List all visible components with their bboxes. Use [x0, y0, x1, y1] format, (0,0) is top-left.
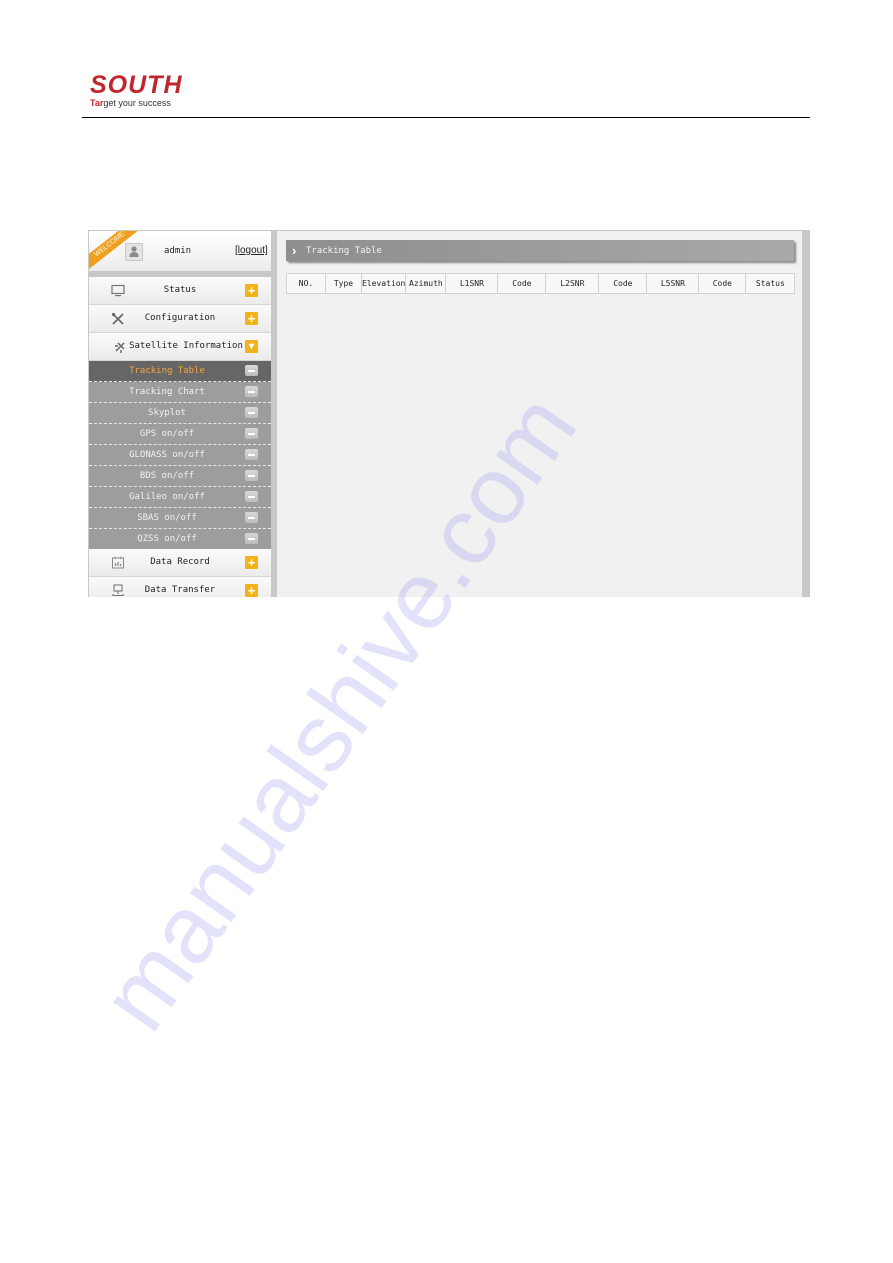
sidebar-subitem-tracking-chart[interactable]: Tracking Chart	[89, 382, 271, 403]
sidebar-item-label: Data Transfer	[144, 585, 216, 595]
subitem-label: SBAS on/off	[137, 513, 197, 523]
panel-title-bar: › Tracking Table	[286, 240, 794, 261]
table-header-row: NO. Type Elevation Azimuth L1SNR Code L2…	[286, 273, 796, 294]
minus-icon[interactable]	[245, 470, 258, 481]
sidebar-subitem-sbas-onoff[interactable]: SBAS on/off	[89, 508, 271, 529]
tagline-prefix: Tar	[90, 98, 104, 108]
sidebar-menu: Status + Configuration + Satellite Infor…	[89, 277, 271, 597]
page-title: Tracking Table	[306, 246, 382, 256]
sidebar-subitem-skyplot[interactable]: Skyplot	[89, 403, 271, 424]
column-header-code-l2: Code	[598, 273, 648, 294]
logout-link[interactable]: [logout]	[235, 245, 268, 256]
subitem-label: GPS on/off	[139, 429, 195, 439]
sidebar-item-data-record[interactable]: Data Record +	[89, 549, 271, 577]
user-icon	[129, 246, 139, 257]
sidebar-item-label: Configuration	[144, 313, 216, 323]
expand-plus-icon[interactable]: +	[245, 284, 258, 297]
tagline-rest: get your success	[103, 98, 171, 108]
expand-plus-icon[interactable]: +	[245, 556, 258, 569]
subitem-label: Tracking Chart	[129, 387, 205, 397]
column-header-azimuth: Azimuth	[405, 273, 447, 294]
sidebar: WELCOME admin [logout] Status + Configur…	[88, 230, 272, 597]
expand-plus-icon[interactable]: +	[245, 584, 258, 597]
sidebar-subitem-glonass-onoff[interactable]: GLONASS on/off	[89, 445, 271, 466]
subitem-label: BDS on/off	[139, 471, 195, 481]
header-divider	[82, 117, 810, 118]
minus-icon[interactable]	[245, 449, 258, 460]
subitem-label: Tracking Table	[129, 366, 205, 376]
subitem-label: Galileo on/off	[129, 492, 205, 502]
minus-icon[interactable]	[245, 365, 258, 376]
main-content: › Tracking Table NO. Type Elevation Azim…	[277, 231, 802, 597]
minus-icon[interactable]	[245, 512, 258, 523]
minus-icon[interactable]	[245, 428, 258, 439]
username: admin	[164, 246, 192, 256]
sidebar-subitem-gps-onoff[interactable]: GPS on/off	[89, 424, 271, 445]
south-logo: SOUTH Target your success	[90, 72, 183, 108]
web-ui-screenshot: WELCOME admin [logout] Status + Configur…	[88, 230, 810, 597]
sidebar-subitem-qzss-onoff[interactable]: QZSS on/off	[89, 529, 271, 549]
column-header-l2snr: L2SNR	[545, 273, 600, 294]
column-header-status: Status	[745, 273, 796, 294]
collapse-chevron-icon[interactable]: ▾	[245, 340, 258, 353]
subitem-label: QZSS on/off	[137, 534, 197, 544]
column-header-l5snr: L5SNR	[646, 273, 700, 294]
tracking-table: NO. Type Elevation Azimuth L1SNR Code L2…	[286, 273, 796, 294]
sidebar-item-status[interactable]: Status +	[89, 277, 271, 305]
avatar	[125, 243, 143, 261]
subitem-label: GLONASS on/off	[129, 450, 205, 460]
sidebar-item-label: Status	[163, 285, 197, 295]
logo-tagline: Target your success	[90, 98, 183, 108]
sidebar-item-label: Data Record	[150, 557, 210, 567]
sidebar-item-satellite-information[interactable]: Satellite Information ▾	[89, 333, 271, 361]
minus-icon[interactable]	[245, 491, 258, 502]
column-header-elevation: Elevation	[360, 273, 407, 294]
subitem-label: Skyplot	[148, 408, 186, 418]
expand-plus-icon[interactable]: +	[245, 312, 258, 325]
column-header-no: NO.	[286, 273, 326, 294]
column-header-l1snr: L1SNR	[445, 273, 499, 294]
logo-brand: SOUTH	[90, 71, 183, 99]
chevron-right-icon: ›	[292, 243, 297, 258]
column-header-type: Type	[325, 273, 362, 294]
sidebar-subitem-galileo-onoff[interactable]: Galileo on/off	[89, 487, 271, 508]
column-header-code-l1: Code	[497, 273, 547, 294]
column-header-code-l5: Code	[698, 273, 747, 294]
sidebar-subitem-bds-onoff[interactable]: BDS on/off	[89, 466, 271, 487]
sidebar-subitem-tracking-table[interactable]: Tracking Table	[89, 361, 271, 382]
minus-icon[interactable]	[245, 533, 258, 544]
user-box: WELCOME admin [logout]	[89, 231, 271, 271]
sidebar-item-configuration[interactable]: Configuration +	[89, 305, 271, 333]
sidebar-item-data-transfer[interactable]: Data Transfer +	[89, 577, 271, 597]
minus-icon[interactable]	[245, 386, 258, 397]
minus-icon[interactable]	[245, 407, 258, 418]
